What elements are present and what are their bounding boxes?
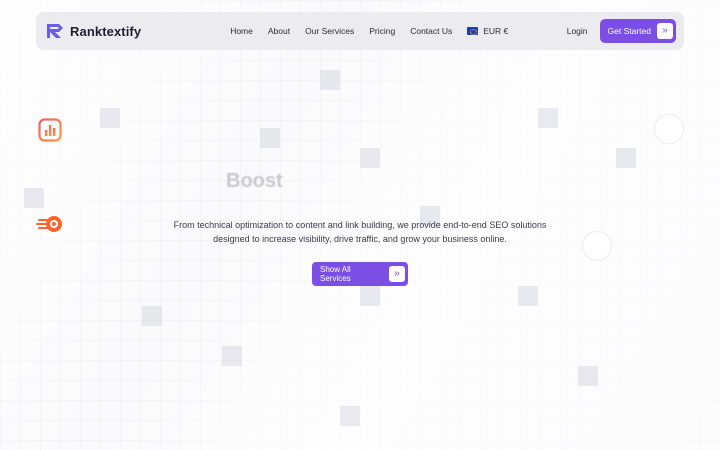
chart-app-icon: [38, 118, 62, 142]
currency-selector[interactable]: EUR €: [467, 26, 508, 36]
semrush-logo-icon: [33, 208, 69, 240]
hero-description-line-2: designed to increase visibility, drive t…: [213, 234, 507, 244]
get-started-button[interactable]: Get Started »: [599, 19, 676, 43]
hero-description: From technical optimization to content a…: [140, 218, 580, 246]
top-navbar: Ranktextify Home About Our Services Pric…: [36, 12, 684, 50]
grid-square: [260, 128, 280, 148]
grid-square: [518, 286, 538, 306]
decorative-circle: [654, 114, 684, 144]
hero-title: Boost: [226, 170, 283, 192]
nav-pricing[interactable]: Pricing: [369, 26, 395, 36]
grid-square: [360, 286, 380, 306]
grid-square: [100, 108, 120, 128]
main-menu: Home About Our Services Pricing Contact …: [230, 26, 508, 36]
get-started-label: Get Started: [607, 26, 651, 36]
hero-description-line-1: From technical optimization to content a…: [173, 220, 547, 230]
nav-contact-us[interactable]: Contact Us: [410, 26, 452, 36]
nav-home[interactable]: Home: [230, 26, 253, 36]
show-all-services-label: Show All Services: [320, 265, 351, 283]
grid-square: [360, 148, 380, 168]
currency-label: EUR €: [483, 26, 509, 36]
chevrons-right-icon: »: [657, 23, 673, 39]
brand-name: Ranktextify: [70, 23, 142, 39]
eu-flag-icon: [467, 27, 479, 35]
grid-square: [616, 148, 636, 168]
grid-square: [320, 70, 340, 90]
grid-square: [222, 346, 242, 366]
chevrons-right-icon: »: [389, 266, 405, 282]
nav-our-services[interactable]: Our Services: [305, 26, 354, 36]
grid-square: [340, 406, 360, 426]
brand-logo[interactable]: Ranktextify: [46, 23, 141, 39]
grid-square: [538, 108, 558, 128]
decorative-circle: [582, 231, 612, 261]
show-all-services-button[interactable]: Show All Services »: [312, 262, 408, 286]
grid-square: [24, 188, 44, 208]
grid-square: [578, 366, 598, 386]
ranktextify-logo-icon: [47, 24, 63, 38]
login-link[interactable]: Login: [567, 26, 588, 36]
grid-square: [142, 306, 162, 326]
nav-about[interactable]: About: [268, 26, 290, 36]
